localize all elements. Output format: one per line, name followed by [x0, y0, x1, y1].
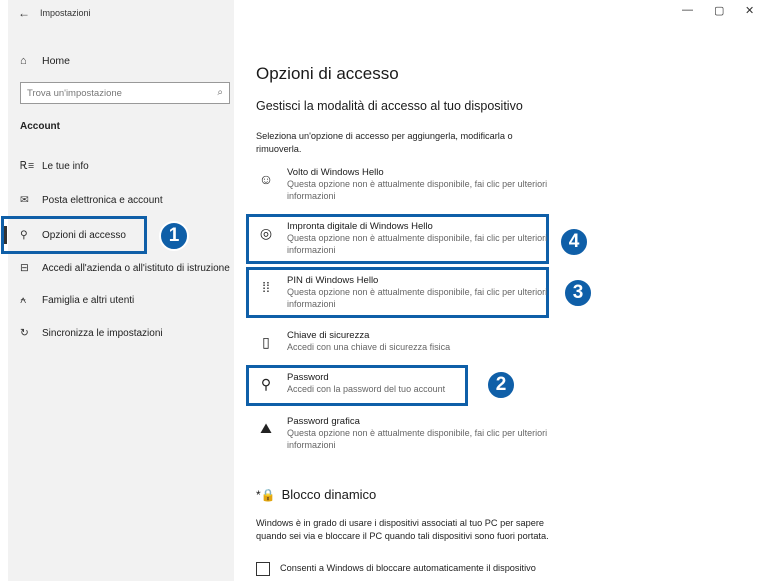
sidebar-item-famiglia[interactable]: ⍲ Famiglia e altri utenti: [20, 290, 134, 310]
fingerprint-icon: ◎: [259, 224, 273, 241]
mail-icon: ✉: [20, 194, 29, 206]
option-desc: Questa opzione non è attualmente disponi…: [287, 287, 548, 309]
option-title: Chiave di sicurezza: [287, 330, 370, 341]
option-title: Password: [287, 372, 329, 383]
face-icon: ☺: [258, 171, 274, 187]
sidebar-item-label: Le tue info: [42, 160, 89, 172]
option-title: Password grafica: [287, 416, 360, 427]
sidebar-item-label: Sincronizza le impostazioni: [42, 327, 163, 339]
back-arrow-icon[interactable]: ←: [18, 6, 30, 20]
nav-home-label: Home: [42, 55, 71, 67]
page-title: Opzioni di accesso: [256, 64, 399, 83]
callout-badge-3: 3: [563, 278, 593, 308]
callout-badge-1: 1: [159, 221, 189, 251]
intro-text: Seleziona un'opzione di accesso per aggi…: [256, 131, 513, 154]
add-person-icon: ⍲: [20, 293, 27, 306]
option-desc: Questa opzione non è attualmente disponi…: [287, 179, 548, 201]
sidebar-item-accedi-azienda[interactable]: ⊟ Accedi all'azienda o all'istituto di i…: [20, 258, 230, 278]
close-icon[interactable]: ✕: [745, 4, 754, 17]
search-icon: ⌕: [217, 87, 223, 98]
sidebar-item-posta-elettronica[interactable]: ✉ Posta elettronica e account: [20, 190, 163, 210]
usb-key-icon: ▯: [262, 333, 270, 350]
sidebar: ← Impostazioni ⌂ Home Trova un'impostazi…: [8, 0, 234, 581]
sync-icon: ↻: [20, 327, 29, 339]
sidebar-item-label: Posta elettronica e account: [42, 194, 163, 206]
settings-window: ← Impostazioni ⌂ Home Trova un'impostazi…: [0, 0, 758, 581]
briefcase-icon: ⊟: [20, 262, 29, 274]
title-bar: ← Impostazioni: [8, 0, 234, 30]
dynamic-lock-title: Blocco dinamico: [281, 487, 377, 502]
dynamic-lock-checkbox-label: Consenti a Windows di bloccare automatic…: [280, 563, 536, 573]
option-title: Volto di Windows Hello: [287, 167, 384, 178]
option-desc: Questa opzione non è attualmente disponi…: [287, 233, 548, 255]
person-info-icon: Ꭱ≡: [20, 159, 35, 172]
dynamic-lock-icon: *🔒: [256, 487, 276, 502]
option-title: PIN di Windows Hello: [287, 275, 379, 286]
sidebar-item-label: Accedi all'azienda o all'istituto di ist…: [42, 262, 230, 274]
key-icon: ⚲: [260, 375, 272, 392]
option-desc: Accedi con una chiave di sicurezza fisic…: [287, 342, 451, 352]
dynamic-lock-description: Windows è in grado di usare i dispositiv…: [256, 518, 549, 541]
minimize-icon[interactable]: —: [682, 4, 693, 16]
sidebar-item-sincronizza[interactable]: ↻ Sincronizza le impostazioni: [20, 323, 163, 343]
highlight-box-opzioni-di-accesso: [1, 216, 147, 254]
maximize-icon[interactable]: ▢: [714, 4, 724, 17]
nav-home[interactable]: ⌂ Home: [20, 52, 70, 70]
search-placeholder: Trova un'impostazione: [27, 88, 122, 99]
dynamic-lock-checkbox[interactable]: [256, 562, 270, 576]
callout-badge-2: 2: [486, 370, 516, 400]
sidebar-item-le-tue-info[interactable]: Ꭱ≡ Le tue info: [20, 156, 89, 176]
dynamic-lock-heading: *🔒 Blocco dinamico: [256, 487, 376, 502]
page-subtitle: Gestisci la modalità di accesso al tuo d…: [256, 99, 523, 113]
app-title: Impostazioni: [40, 8, 91, 18]
picture-icon: ⛰: [260, 419, 272, 436]
option-desc: Accedi con la password del tuo account: [287, 384, 446, 394]
keypad-icon: ⁞⁞: [262, 279, 270, 295]
callout-badge-4: 4: [559, 227, 589, 257]
option-title: Impronta digitale di Windows Hello: [287, 221, 433, 232]
selected-indicator: [4, 226, 7, 244]
search-input[interactable]: Trova un'impostazione ⌕: [20, 82, 230, 104]
option-desc: Questa opzione non è attualmente disponi…: [287, 428, 548, 450]
sidebar-item-label: Famiglia e altri utenti: [42, 294, 135, 306]
section-label-account: Account: [20, 121, 60, 132]
dynamic-lock-checkbox-row[interactable]: Consenti a Windows di bloccare automatic…: [256, 562, 536, 576]
home-icon: ⌂: [20, 55, 27, 67]
